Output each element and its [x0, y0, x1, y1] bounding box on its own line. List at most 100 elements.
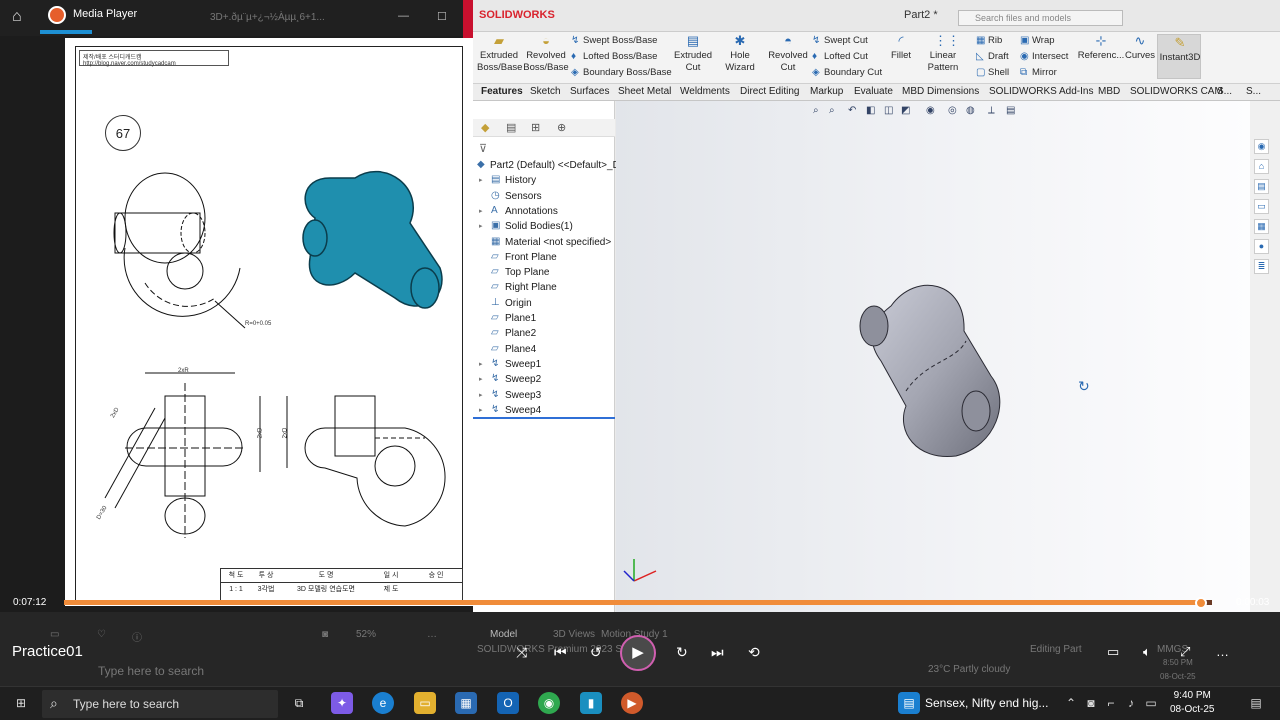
tree-item[interactable]: ⊥ Origin: [473, 297, 615, 312]
tree-item[interactable]: ▸ ▣ Solid Bodies(1): [473, 220, 615, 235]
tab-mbd[interactable]: MBD: [1098, 86, 1120, 97]
tab-sw-cam[interactable]: SOLIDWORKS CAM: [1130, 86, 1223, 97]
tab-direct-editing[interactable]: Direct Editing: [740, 86, 799, 97]
windows-start-icon[interactable]: ⊞: [10, 692, 32, 714]
tree-item[interactable]: ▸ A Annotations: [473, 205, 615, 220]
repeat-icon[interactable]: ⟲: [748, 644, 760, 661]
bottom-tab-3d-views[interactable]: 3D Views: [553, 629, 595, 640]
sw-resources-icon[interactable]: ◉: [1254, 139, 1269, 154]
expand-arrow-icon[interactable]: ▸: [479, 375, 483, 383]
tab-weldments[interactable]: Weldments: [680, 86, 730, 97]
curves-button[interactable]: ∿ Curves: [1124, 34, 1156, 62]
home-icon[interactable]: ⌂: [12, 8, 22, 26]
forward-30-icon[interactable]: ↻: [676, 644, 688, 661]
sw-search-input[interactable]: Search files and models: [958, 10, 1123, 26]
edge-icon[interactable]: e: [372, 692, 394, 714]
dimxpert-icon[interactable]: ⊕: [557, 121, 566, 134]
tab-surfaces[interactable]: Surfaces: [570, 86, 609, 97]
tab-markup[interactable]: Markup: [810, 86, 843, 97]
tree-item[interactable]: ▸ ↯ Sweep1: [473, 358, 615, 373]
expand-arrow-icon[interactable]: ▸: [479, 360, 483, 368]
shuffle-icon[interactable]: ⤨: [516, 644, 527, 661]
tree-item[interactable]: ▱ Top Plane: [473, 266, 615, 281]
wrap-button[interactable]: ▣ Wrap: [1020, 35, 1055, 46]
shell-button[interactable]: ▢ Shell: [976, 67, 1009, 78]
file-explorer-taskbar-icon[interactable]: ▭: [414, 692, 436, 714]
volume-icon[interactable]: 🔈︎: [1143, 644, 1151, 660]
outlook-icon[interactable]: O: [497, 692, 519, 714]
network-icon[interactable]: ⌐: [1100, 692, 1122, 714]
palette-icon[interactable]: ▦: [1254, 219, 1269, 234]
maximize-icon[interactable]: ☐: [437, 10, 447, 23]
rib-button[interactable]: ▦ Rib: [976, 35, 1002, 46]
taskbar-search-input[interactable]: ⌕ Type here to search: [42, 690, 278, 718]
rollback-bar[interactable]: [473, 417, 615, 419]
close-hover-strip[interactable]: [463, 0, 473, 40]
expand-arrow-icon[interactable]: ▸: [479, 391, 483, 399]
fillet-button[interactable]: ◜ Fillet: [885, 34, 917, 62]
solidworks-taskbar-icon[interactable]: ▮: [580, 692, 602, 714]
bottom-tab-model[interactable]: Model: [490, 629, 517, 640]
tree-item[interactable]: ▱ Front Plane: [473, 251, 615, 266]
tree-item[interactable]: ▱ Plane4: [473, 343, 615, 358]
tab-mbd-dimensions[interactable]: MBD Dimensions: [902, 86, 979, 97]
custom-properties-icon[interactable]: ≣: [1254, 259, 1269, 274]
media-player-taskbar-icon[interactable]: ▶: [621, 692, 643, 714]
linear-pattern-button[interactable]: ⋮⋮ Linear Pattern: [915, 34, 971, 74]
graphics-area[interactable]: ⌕ ⌕ ↶ ◧ ◫ ◩ ◉ ◎ ◍ ⟂ ▤ ↻: [616, 101, 1250, 612]
minimize-icon[interactable]: —: [398, 10, 409, 22]
tab-overflow-1[interactable]: S...: [1217, 86, 1232, 97]
expand-arrow-icon[interactable]: ▸: [479, 207, 483, 215]
reference-geometry-button[interactable]: ⊹ Referenc...: [1077, 34, 1125, 62]
design-library-icon[interactable]: ⌂: [1254, 159, 1269, 174]
revolved-cut-button[interactable]: ◓ Revolved Cut: [766, 34, 810, 74]
notification-icon[interactable]: ▤: [1245, 692, 1267, 714]
draft-button[interactable]: ◺ Draft: [976, 51, 1009, 62]
tab-evaluate[interactable]: Evaluate: [854, 86, 893, 97]
instant3d-button[interactable]: ✎ Instant3D: [1157, 34, 1201, 79]
tab-features[interactable]: Features: [481, 86, 523, 97]
revolved-boss-button[interactable]: ◒ Revolved Boss/Base: [523, 34, 569, 74]
play-button[interactable]: ▶: [620, 635, 656, 671]
copilot-icon[interactable]: ✦: [331, 692, 353, 714]
rewind-10-icon[interactable]: ↺: [590, 644, 602, 661]
lofted-cut-button[interactable]: ♦ Lofted Cut: [812, 51, 868, 62]
file-explorer-icon[interactable]: ▤: [1254, 179, 1269, 194]
task-view-icon[interactable]: ⧉: [288, 692, 310, 714]
battery-icon[interactable]: ▭: [1140, 692, 1162, 714]
camera-tray-icon[interactable]: ◙: [1080, 692, 1102, 714]
mirror-button[interactable]: ⧉ Mirror: [1020, 67, 1057, 78]
tree-item[interactable]: ▦ Material <not specified>: [473, 236, 615, 251]
intersect-button[interactable]: ◉ Intersect: [1020, 51, 1068, 62]
expand-arrow-icon[interactable]: ▸: [479, 222, 483, 230]
expand-arrow-icon[interactable]: ▸: [479, 176, 483, 184]
tab-sketch[interactable]: Sketch: [530, 86, 561, 97]
expand-arrow-icon[interactable]: ▸: [479, 406, 483, 414]
tray-chevron-icon[interactable]: ⌃: [1060, 692, 1082, 714]
boundary-boss-button[interactable]: ◈ Boundary Boss/Base: [571, 67, 672, 78]
tree-item[interactable]: ◷ Sensors: [473, 190, 615, 205]
folder-icon[interactable]: ▭: [1254, 199, 1269, 214]
seek-knob[interactable]: [1194, 597, 1207, 609]
more-options-icon[interactable]: …: [1216, 644, 1229, 659]
tree-item[interactable]: ▱ Right Plane: [473, 281, 615, 296]
feature-tree-icon[interactable]: ◆: [481, 121, 489, 134]
boundary-cut-button[interactable]: ◈ Boundary Cut: [812, 67, 882, 78]
swept-boss-button[interactable]: ↯ Swept Boss/Base: [571, 35, 657, 46]
tree-item[interactable]: ▸ ↯ Sweep3: [473, 389, 615, 404]
next-icon[interactable]: ⏭: [711, 644, 724, 661]
news-icon[interactable]: ▤: [898, 692, 920, 714]
tab-sw-addins[interactable]: SOLIDWORKS Add-Ins: [989, 86, 1093, 97]
tab-sheet-metal[interactable]: Sheet Metal: [618, 86, 671, 97]
tree-item[interactable]: ▸ ↯ Sweep2: [473, 373, 615, 388]
subtitles-icon[interactable]: ▭: [1107, 644, 1119, 660]
store-icon[interactable]: ▦: [455, 692, 477, 714]
fullscreen-icon[interactable]: ⤢: [1180, 644, 1190, 660]
chrome-icon[interactable]: ◉: [538, 692, 560, 714]
volume-tray-icon[interactable]: ♪: [1120, 692, 1142, 714]
taskbar-clock[interactable]: 9:40 PM 08-Oct-25: [1170, 689, 1214, 717]
extruded-boss-button[interactable]: ▰ Extruded Boss/Base: [477, 34, 522, 74]
filter-icon[interactable]: ⊽: [479, 142, 487, 155]
hole-wizard-button[interactable]: ✱ Hole Wizard: [716, 34, 764, 74]
tree-item[interactable]: ▱ Plane2: [473, 327, 615, 342]
